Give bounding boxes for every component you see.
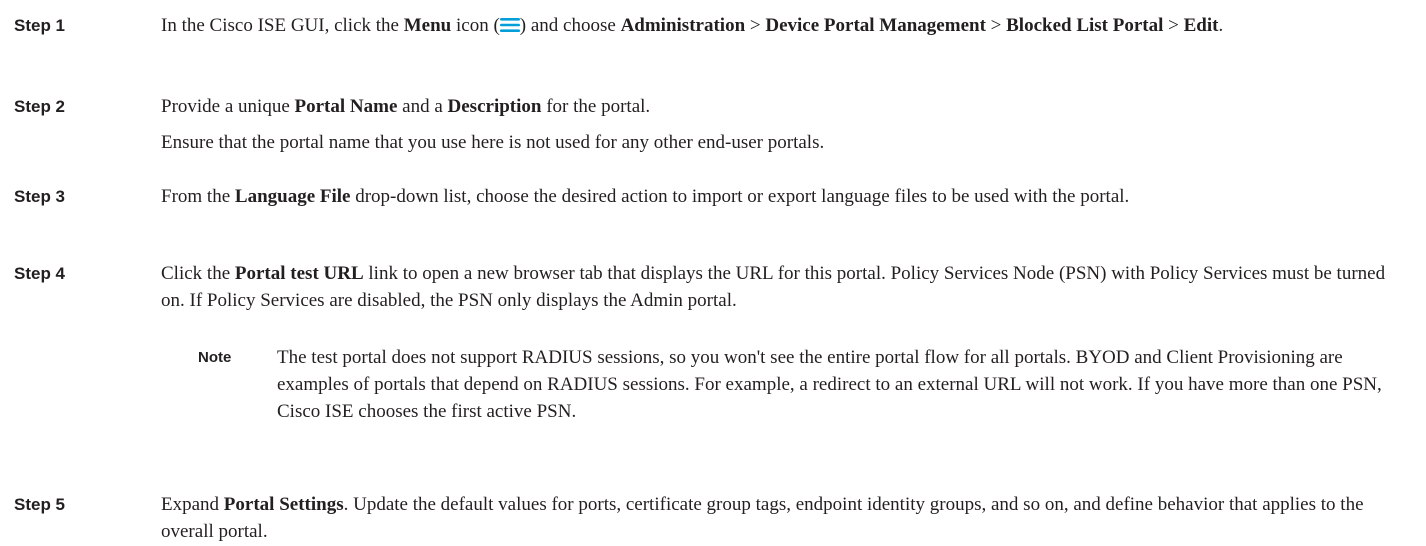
step-label: Step 2 xyxy=(14,97,66,116)
text-run: and a xyxy=(397,96,448,117)
menu-term: Menu xyxy=(403,15,452,36)
note-text: The test portal does not support RADIUS … xyxy=(277,347,1382,422)
menu-path-administration: Administration xyxy=(620,15,746,36)
text-run: ) and choose xyxy=(519,15,621,36)
step-label: Step 3 xyxy=(14,187,66,206)
text-run: for the portal. xyxy=(541,96,651,117)
step-label: Step 4 xyxy=(14,264,66,283)
text-run: In the Cisco ISE GUI, click the xyxy=(161,15,404,36)
step-label: Step 1 xyxy=(14,16,66,35)
text-run: icon ( xyxy=(451,15,500,36)
text-run: From the xyxy=(161,186,235,207)
step-body: Click the Portal test URL link to open a… xyxy=(161,260,1401,314)
step-text: Provide a unique Portal Name and a Descr… xyxy=(161,93,1401,120)
step-body: Expand Portal Settings. Update the defau… xyxy=(161,491,1401,545)
term-portal-test-url: Portal test URL xyxy=(234,263,364,284)
text-run: Expand xyxy=(161,494,224,515)
path-separator: > xyxy=(745,15,766,36)
path-separator: > xyxy=(1163,15,1184,36)
hamburger-menu-icon xyxy=(499,18,520,32)
term-portal-name: Portal Name xyxy=(294,96,398,117)
menu-path-device-portal-management: Device Portal Management xyxy=(765,15,986,36)
step-followup-text: Ensure that the portal name that you use… xyxy=(161,132,825,153)
menu-path-edit: Edit xyxy=(1183,15,1219,36)
text-run: drop-down list, choose the desired actio… xyxy=(350,186,1130,207)
step-text: From the Language File drop-down list, c… xyxy=(161,183,1401,210)
note-label: Note xyxy=(198,349,232,366)
step-text: In the Cisco ISE GUI, click the Menu ico… xyxy=(161,12,1401,39)
term-language-file: Language File xyxy=(234,186,351,207)
text-run: . xyxy=(1218,15,1224,36)
step-text: Click the Portal test URL link to open a… xyxy=(161,260,1401,314)
step-body: In the Cisco ISE GUI, click the Menu ico… xyxy=(161,12,1401,39)
path-separator: > xyxy=(985,15,1007,36)
step-label: Step 5 xyxy=(14,495,66,514)
step-text: Expand Portal Settings. Update the defau… xyxy=(161,491,1401,545)
menu-path-blocked-list-portal: Blocked List Portal xyxy=(1006,15,1164,36)
text-run: Provide a unique xyxy=(161,96,295,117)
step-body: From the Language File drop-down list, c… xyxy=(161,183,1401,210)
text-run: Click the xyxy=(161,263,235,284)
step-body: Provide a unique Portal Name and a Descr… xyxy=(161,93,1401,156)
term-portal-settings: Portal Settings xyxy=(223,494,344,515)
term-description: Description xyxy=(447,96,542,117)
